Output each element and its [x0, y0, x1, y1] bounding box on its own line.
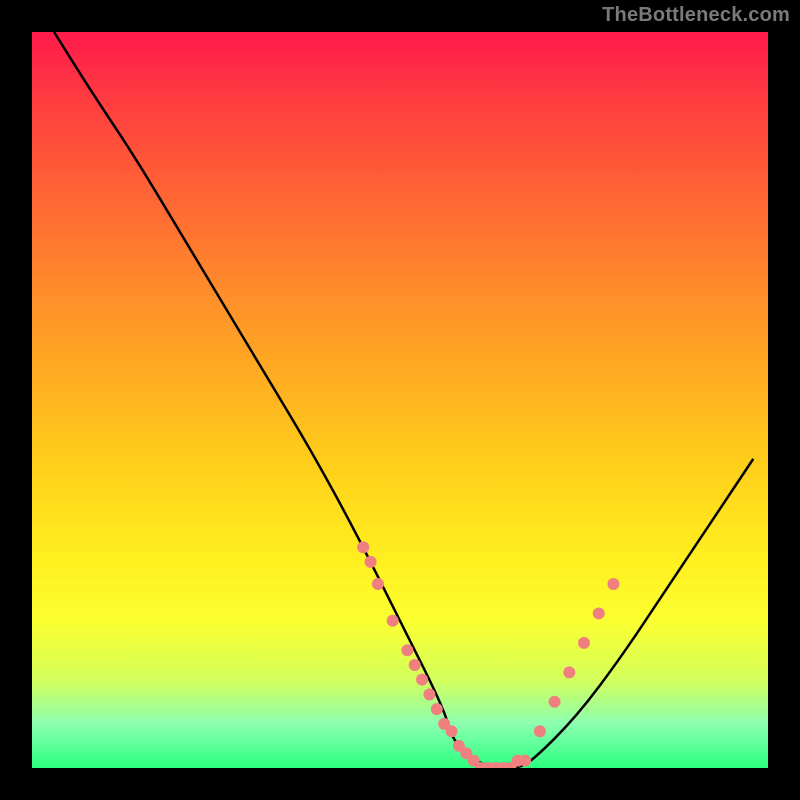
data-point — [416, 674, 428, 686]
data-point — [431, 703, 443, 715]
data-point — [401, 644, 413, 656]
data-point — [446, 725, 458, 737]
data-point — [607, 578, 619, 590]
data-point — [423, 688, 435, 700]
data-point — [372, 578, 384, 590]
data-point — [387, 615, 399, 627]
data-point — [357, 541, 369, 553]
chart-series-group — [54, 32, 753, 768]
chart-svg — [32, 32, 768, 768]
data-point — [519, 755, 531, 767]
data-point — [534, 725, 546, 737]
chart-stage: TheBottleneck.com — [0, 0, 800, 800]
data-point — [578, 637, 590, 649]
data-point — [549, 696, 561, 708]
data-point — [409, 659, 421, 671]
data-point — [365, 556, 377, 568]
curve-line — [54, 32, 753, 768]
data-point — [593, 607, 605, 619]
data-point — [563, 666, 575, 678]
watermark-text: TheBottleneck.com — [602, 4, 790, 27]
